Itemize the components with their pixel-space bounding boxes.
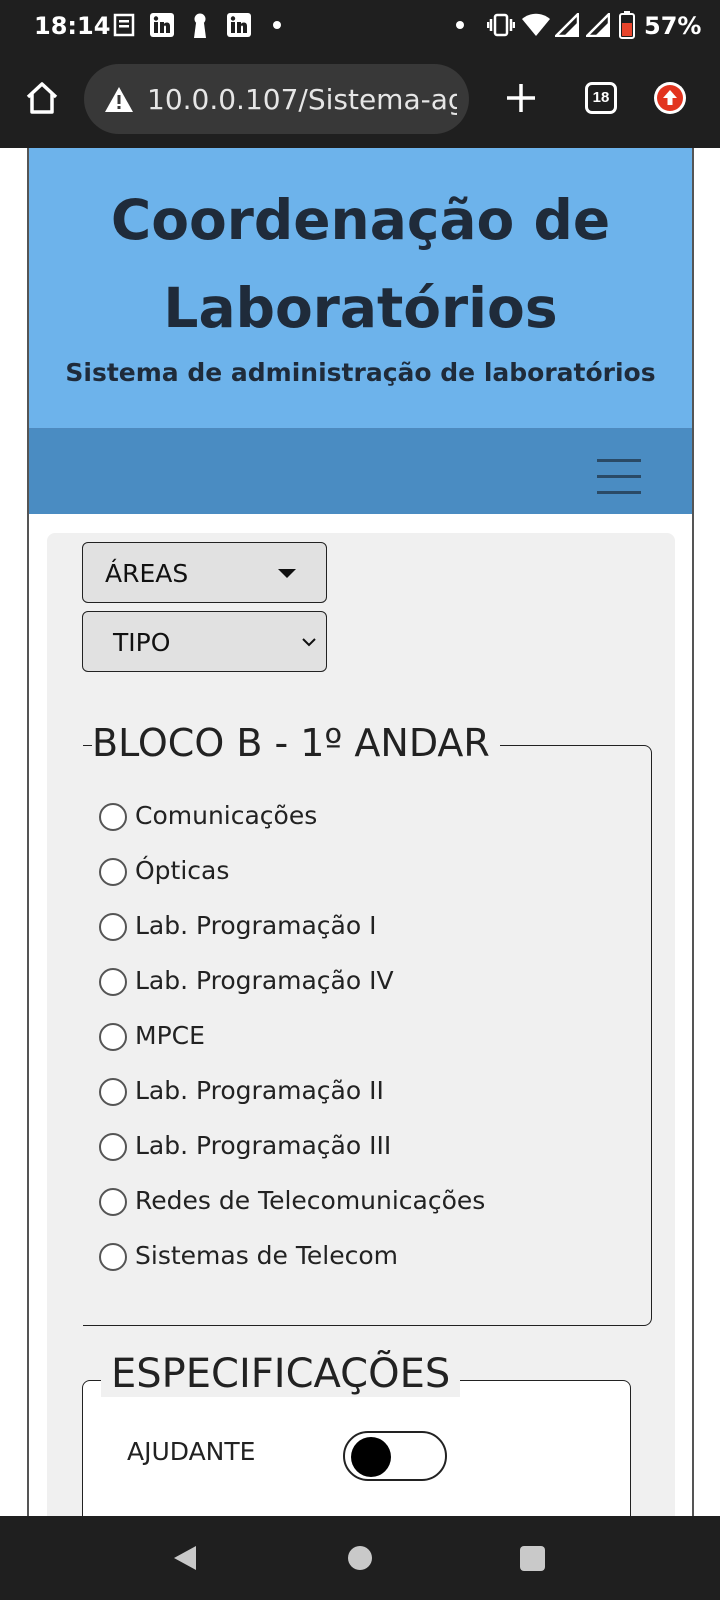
radio-label: Lab. Programação I — [135, 911, 377, 940]
signal-icon — [555, 13, 579, 37]
vibrate-icon — [487, 13, 515, 37]
tipo-select[interactable]: TIPO — [82, 611, 327, 672]
url-text[interactable]: 10.0.0.107/Sistema-agen — [147, 83, 457, 116]
page-subtitle: Sistema de administração de laboratórios — [65, 358, 656, 387]
chevron-down-icon — [302, 638, 316, 647]
url-bar[interactable]: 10.0.0.107/Sistema-agen — [84, 64, 469, 134]
tab-switcher-button[interactable]: 18 — [585, 82, 617, 114]
page-title: Coordenação de Laboratórios — [29, 176, 692, 352]
caret-down-icon — [278, 569, 296, 578]
battery-icon — [619, 11, 635, 39]
ajudante-label: AJUDANTE — [127, 1437, 256, 1466]
news-icon — [113, 13, 135, 37]
areas-dropdown[interactable]: ÁREAS — [82, 542, 327, 603]
radio-label: MPCE — [135, 1021, 205, 1050]
battery-percent: 57% — [644, 12, 702, 40]
radio-label: Comunicações — [135, 801, 318, 830]
browser-toolbar: 10.0.0.107/Sistema-agen 18 — [0, 52, 720, 148]
linkedin-icon — [150, 13, 174, 37]
radio-label: Redes de Telecomunicações — [135, 1186, 486, 1215]
radio-button[interactable] — [99, 968, 127, 996]
radio-button[interactable] — [99, 1243, 127, 1271]
arrow-up-icon — [657, 85, 683, 111]
especificacoes-legend: ESPECIFICAÇÕES — [101, 1351, 461, 1397]
areas-dropdown-label: ÁREAS — [105, 559, 189, 588]
wifi-icon — [522, 13, 550, 36]
home-nav-icon[interactable] — [348, 1546, 372, 1570]
radio-button[interactable] — [99, 1078, 127, 1106]
page-title-line1: Coordenação de — [110, 188, 611, 252]
radio-label: Lab. Programação III — [135, 1131, 392, 1160]
toggle-knob — [351, 1437, 391, 1477]
radio-button[interactable] — [99, 1023, 127, 1051]
page-title-line2: Laboratórios — [163, 276, 558, 340]
content-panel: ÁREAS TIPO BLOCO B - 1º ANDAR Comunicaçõ… — [47, 533, 675, 1580]
radio-label: Lab. Programação IV — [135, 966, 394, 995]
tipo-select-value: TIPO — [113, 628, 171, 657]
web-page: Coordenação de Laboratórios Sistema de a… — [27, 148, 694, 1580]
site-header: Coordenação de Laboratórios Sistema de a… — [29, 148, 692, 429]
navbar — [29, 429, 692, 514]
radio-button[interactable] — [99, 858, 127, 886]
status-time: 18:14 — [34, 12, 111, 40]
status-bar: 18:14 57% — [0, 0, 720, 52]
back-icon[interactable] — [172, 1544, 198, 1572]
home-icon[interactable] — [24, 80, 60, 116]
linkedin-icon — [227, 13, 251, 37]
ajudante-toggle[interactable] — [343, 1431, 447, 1481]
dot-icon — [273, 21, 281, 29]
radio-label: Sistemas de Telecom — [135, 1241, 398, 1270]
radio-button[interactable] — [99, 1188, 127, 1216]
signal-icon — [586, 13, 610, 37]
new-tab-icon[interactable] — [505, 82, 537, 114]
radio-button[interactable] — [99, 1133, 127, 1161]
radio-label: Lab. Programação II — [135, 1076, 384, 1105]
bloco-legend: BLOCO B - 1º ANDAR — [92, 721, 500, 765]
menu-icon[interactable] — [597, 459, 641, 495]
update-button[interactable] — [654, 82, 686, 114]
dot-icon — [456, 21, 464, 29]
warning-icon[interactable] — [104, 86, 134, 113]
radio-label: Ópticas — [135, 856, 230, 885]
radio-button[interactable] — [99, 803, 127, 831]
radio-button[interactable] — [99, 913, 127, 941]
recents-icon[interactable] — [520, 1546, 545, 1571]
keyhole-icon — [194, 13, 206, 38]
system-nav-bar — [0, 1516, 720, 1600]
